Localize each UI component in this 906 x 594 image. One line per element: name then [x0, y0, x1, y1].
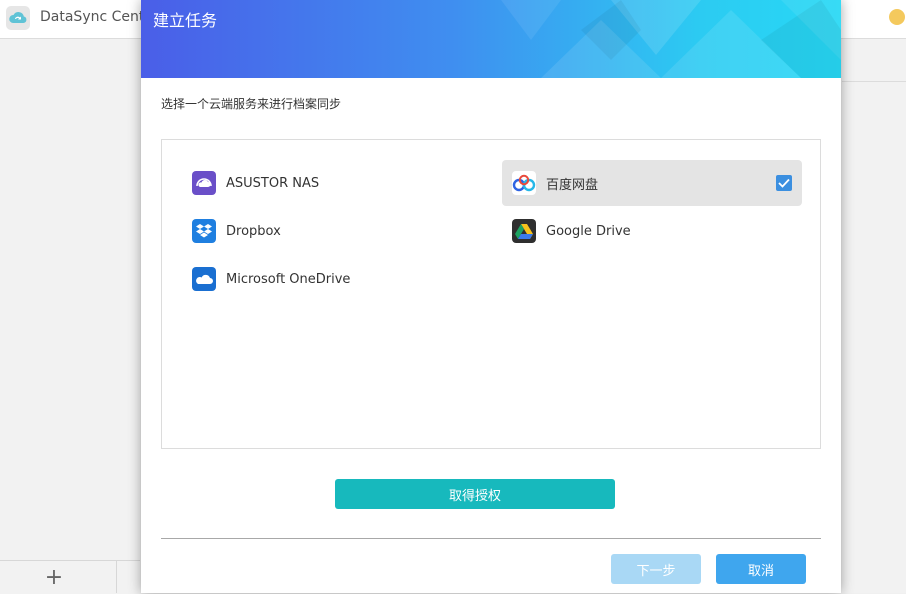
onedrive-icon [192, 267, 216, 291]
dialog-title: 建立任务 [153, 11, 218, 30]
service-item-asustor-nas[interactable]: ASUSTOR NAS [182, 160, 482, 206]
service-item-google-drive[interactable]: Google Drive [502, 208, 802, 254]
dropbox-icon [192, 219, 216, 243]
authorize-button[interactable]: 取得授权 [335, 479, 615, 509]
create-task-dialog: 建立任务 选择一个云端服务来进行档案同步 ASUSTOR NAS 百度网盘 Dr… [141, 0, 841, 593]
add-task-icon[interactable]: + [42, 566, 66, 590]
service-label: Microsoft OneDrive [226, 271, 351, 287]
window-minimize-icon[interactable] [889, 9, 905, 25]
dialog-divider [161, 538, 821, 539]
google-drive-icon [512, 219, 536, 243]
next-step-button[interactable]: 下一步 [611, 554, 701, 584]
app-sidebar-footer [0, 560, 140, 594]
service-label: 百度网盘 [546, 177, 599, 193]
service-label: Google Drive [546, 223, 631, 239]
service-list: ASUSTOR NAS 百度网盘 Dropbox Google Drive Mi… [161, 139, 821, 449]
header-pattern [501, 0, 841, 78]
dialog-instruction: 选择一个云端服务来进行档案同步 [161, 97, 342, 111]
service-item-dropbox[interactable]: Dropbox [182, 208, 482, 254]
footer-divider [116, 561, 117, 593]
app-sidebar [0, 39, 140, 593]
checkmark-icon [776, 175, 792, 191]
service-item-onedrive[interactable]: Microsoft OneDrive [182, 256, 482, 302]
cancel-button[interactable]: 取消 [716, 554, 806, 584]
datasync-logo-icon [6, 6, 30, 30]
asustor-nas-icon [192, 171, 216, 195]
service-label: Dropbox [226, 223, 281, 239]
app-toolbar [842, 39, 906, 82]
service-label: ASUSTOR NAS [226, 175, 320, 191]
service-item-baidu-netdisk[interactable]: 百度网盘 [502, 160, 802, 206]
app-content-area [842, 39, 906, 593]
baidu-netdisk-icon [512, 171, 536, 195]
dialog-header: 建立任务 [141, 0, 841, 78]
